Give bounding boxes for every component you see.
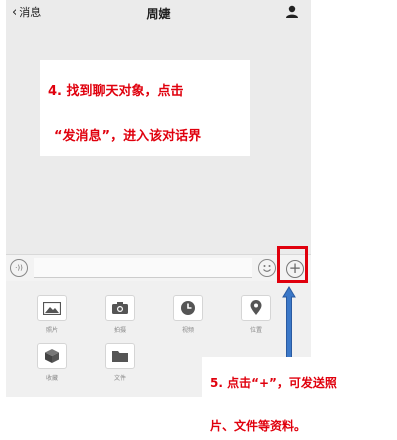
panel-item-photo[interactable]: 照片 <box>28 295 76 334</box>
cube-tile <box>37 343 67 369</box>
message-input[interactable] <box>34 258 252 278</box>
camera-tile <box>105 295 135 321</box>
callout-line: “发消息”，进入该对话界 <box>54 129 202 144</box>
location-tile <box>241 295 271 321</box>
instruction-callout-step-5: 5. 点击“+”，可发送照 片、文件等资料。 <box>202 357 397 440</box>
highlight-box <box>277 246 308 283</box>
cube-icon <box>45 349 59 363</box>
camera-icon <box>112 302 128 314</box>
arrow-up-icon <box>282 286 296 362</box>
instruction-callout-step-4: 4. 找到聊天对象，点击 “发消息”，进入该对话界 <box>40 60 250 156</box>
photo-icon <box>43 301 61 315</box>
panel-item-label: 拍摄 <box>113 327 126 334</box>
panel-item-file[interactable]: 文件 <box>96 343 144 382</box>
voice-button[interactable]: ·)) <box>10 259 28 277</box>
emoji-icon <box>263 265 271 272</box>
input-bar: ·)) + <box>6 254 311 282</box>
panel-item-label: 位置 <box>249 327 262 334</box>
callout-line: 片、文件等资料。 <box>210 419 307 433</box>
folder-icon <box>112 351 128 362</box>
user-profile-icon[interactable] <box>285 5 299 19</box>
panel-item-favorites[interactable]: 收藏 <box>28 343 76 382</box>
callout-line: 5. 点击“+”，可发送照 <box>210 376 337 390</box>
emoji-button[interactable] <box>258 259 276 277</box>
location-icon <box>250 300 262 315</box>
panel-item-label: 文件 <box>113 375 126 382</box>
panel-item-label: 收藏 <box>45 375 58 382</box>
panel-item-camera[interactable]: 拍摄 <box>96 295 144 334</box>
folder-tile <box>105 343 135 369</box>
clock-icon <box>181 301 195 315</box>
clock-tile <box>173 295 203 321</box>
panel-item-label: 照片 <box>45 327 58 334</box>
panel-item-label: 视频 <box>181 327 194 334</box>
voice-icon: ·)) <box>15 264 23 272</box>
photo-tile <box>37 295 67 321</box>
nav-bar: ‹ 消息 周婕 <box>6 0 311 26</box>
callout-line: 4. 找到聊天对象，点击 <box>48 84 184 99</box>
panel-item-video[interactable]: 视频 <box>164 295 212 334</box>
panel-item-location[interactable]: 位置 <box>232 295 280 334</box>
page-title: 周婕 <box>146 7 171 21</box>
